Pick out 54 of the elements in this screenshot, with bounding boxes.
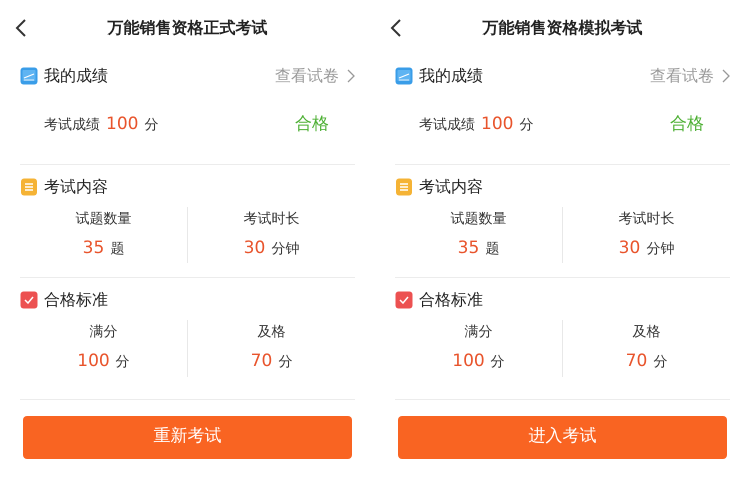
section-heading: 我的成绩	[44, 65, 108, 87]
stat-unit: 分	[653, 353, 668, 372]
page-title: 万能销售资格正式考试	[108, 17, 268, 39]
stat-unit: 分	[116, 353, 130, 372]
pass-result: 合格	[670, 113, 704, 136]
score-unit: 分	[144, 116, 158, 135]
stat-value: 100	[77, 350, 110, 373]
score-label: 考试成绩	[44, 116, 100, 135]
back-icon[interactable]	[15, 19, 27, 37]
score-label: 考试成绩	[419, 116, 475, 135]
score-value: 100	[106, 113, 138, 136]
score-value: 100	[481, 113, 514, 136]
stat-label: 及格	[632, 323, 660, 342]
stat-unit: 分	[278, 353, 292, 372]
checkmark-icon	[395, 291, 413, 309]
back-icon[interactable]	[390, 19, 402, 37]
page-title: 万能销售资格模拟考试	[482, 17, 642, 39]
stat-unit: 分钟	[646, 240, 674, 258]
section-heading: 合格标准	[419, 289, 483, 311]
stat-value: 30	[244, 236, 266, 260]
stat-value: 35	[458, 236, 480, 260]
section-heading: 考试内容	[419, 176, 483, 198]
chevron-right-icon	[722, 69, 730, 83]
score-icon	[20, 67, 38, 85]
score-icon	[395, 67, 413, 85]
section-heading: 合格标准	[44, 289, 108, 311]
document-icon	[20, 178, 38, 196]
exam-button[interactable]: 重新考试	[23, 416, 352, 458]
section-heading: 考试内容	[44, 176, 108, 198]
stat-value: 30	[618, 236, 640, 260]
stat-label: 试题数量	[450, 210, 506, 228]
chevron-right-icon	[347, 69, 355, 83]
stat-label: 试题数量	[76, 210, 132, 228]
stat-value: 35	[82, 236, 104, 260]
checkmark-icon	[20, 291, 38, 309]
exam-button[interactable]: 进入考试	[398, 416, 727, 458]
view-paper-link[interactable]: 查看试卷	[275, 64, 339, 88]
stat-unit: 题	[485, 240, 500, 258]
stat-label: 及格	[258, 323, 286, 342]
stat-label: 满分	[90, 323, 118, 342]
pass-result: 合格	[295, 113, 329, 136]
document-icon	[395, 178, 413, 196]
stat-unit: 题	[110, 240, 124, 258]
stat-unit: 分	[490, 353, 505, 372]
stat-value: 70	[626, 350, 648, 373]
section-heading: 我的成绩	[419, 65, 483, 87]
stat-label: 考试时长	[244, 210, 300, 228]
stat-unit: 分钟	[271, 240, 300, 258]
view-paper-link[interactable]: 查看试卷	[650, 64, 714, 88]
stat-label: 满分	[464, 323, 492, 342]
score-unit: 分	[519, 116, 534, 135]
stat-value: 70	[250, 350, 272, 373]
stat-label: 考试时长	[618, 210, 674, 228]
stat-value: 100	[452, 350, 485, 373]
